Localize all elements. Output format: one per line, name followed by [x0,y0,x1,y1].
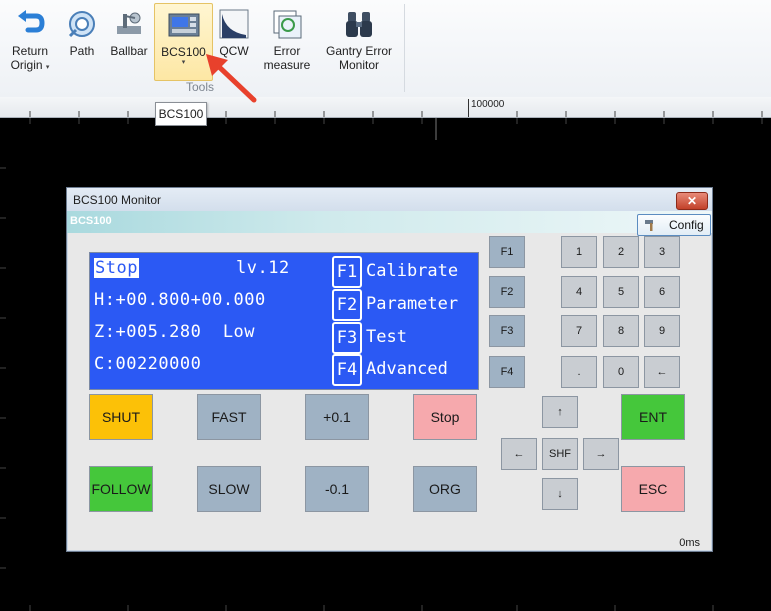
slow-button[interactable]: SLOW [197,466,261,512]
arrow-right-button[interactable]: → [583,438,619,470]
keypad-backspace[interactable]: ← [644,356,680,388]
lcd-display: Stop lv.12 H:+00.800+00.000 Z:+005.280 L… [89,252,479,390]
path-icon [66,8,98,40]
ribbon-separator [404,4,405,92]
keypad-3[interactable]: 3 [644,236,680,268]
keypad-8[interactable]: 8 [603,315,639,347]
keypad-5[interactable]: 5 [603,276,639,308]
lcd-fkey-f2-label: Parameter [366,294,459,314]
lcd-status: Stop [94,258,139,278]
arrow-up-button[interactable]: ↑ [542,396,578,428]
keypad-6[interactable]: 6 [644,276,680,308]
keypad-9[interactable]: 9 [644,315,680,347]
return-origin-label-1: Return [11,44,49,58]
path-label: Path [69,44,95,58]
minus-0-1-button[interactable]: -0.1 [305,466,369,512]
ballbar-label: Ballbar [110,44,148,58]
annotation-arrow [206,54,257,103]
ruler-ticks [29,111,763,117]
lcd-fkey-f1-label: Calibrate [366,261,459,281]
lcd-fkey-f3-label: Test [366,327,407,347]
arrow-down-button[interactable]: ↓ [542,478,578,510]
stop-button[interactable]: Stop [413,394,477,440]
return-origin-label-2: Origin ▾ [10,58,50,72]
lcd-fkey-f2: F2 [332,289,362,321]
ruler-label: 100000 [471,99,505,110]
dialog-subtitle: BCS100 [70,215,112,227]
ribbon-toolbar: Return Origin ▾ Path Ballbar BCS100 ▾ QC… [0,0,771,98]
keypad-1[interactable]: 1 [561,236,597,268]
lcd-fkey-f4-label: Advanced [366,359,448,379]
gantry-error-label-1: Gantry Error [325,44,392,58]
lcd-line-c: C:00220000 [94,354,202,374]
follow-button[interactable]: FOLLOW [89,466,153,512]
horizontal-ruler: 100000 [0,97,771,118]
error-measure-button[interactable]: Error measure [258,3,316,79]
ballbar-icon [113,8,145,40]
f2-key[interactable]: F2 [489,276,525,308]
bcs100-icon [168,9,200,41]
lcd-fkey-f3: F3 [332,322,362,354]
lcd-line-z: Z:+005.280 Low [94,322,256,342]
org-button[interactable]: ORG [413,466,477,512]
binoculars-icon [343,8,375,40]
fast-button[interactable]: FAST [197,394,261,440]
error-measure-icon [271,8,303,40]
dialog-titlebar[interactable]: BCS100 Monitor ✕ [67,188,712,211]
ballbar-button[interactable]: Ballbar [106,3,152,79]
error-measure-label-1: Error [273,44,301,58]
f3-key[interactable]: F3 [489,315,525,347]
hammer-icon [645,220,653,231]
bcs100-monitor-dialog: BCS100 Monitor ✕ BCS100 Config Stop lv.1… [66,187,713,552]
return-origin-button[interactable]: Return Origin ▾ [4,3,56,79]
dialog-title: BCS100 Monitor [73,193,162,207]
plus-0-1-button[interactable]: +0.1 [305,394,369,440]
lcd-fkey-f4: F4 [332,354,362,386]
keypad-7[interactable]: 7 [561,315,597,347]
config-label: Config [669,218,704,232]
arrow-left-button[interactable]: ← [501,438,537,470]
close-button[interactable]: ✕ [676,192,708,210]
f1-key[interactable]: F1 [489,236,525,268]
ruler-major-tick [468,99,469,117]
path-button[interactable]: Path [62,3,102,79]
lcd-line-h: H:+00.800+00.000 [94,290,266,310]
shut-button[interactable]: SHUT [89,394,153,440]
lcd-fkey-f1: F1 [332,256,362,288]
keypad-4[interactable]: 4 [561,276,597,308]
f4-key[interactable]: F4 [489,356,525,388]
keypad-dot[interactable]: . [561,356,597,388]
ent-button[interactable]: ENT [621,394,685,440]
gantry-error-label-2: Monitor [338,58,379,72]
shf-button[interactable]: SHF [542,438,578,470]
dialog-header-bar: BCS100 [67,211,712,233]
lcd-level: lv.12 [236,258,290,278]
gantry-error-monitor-button[interactable]: Gantry Error Monitor [322,3,396,79]
qcw-icon [218,8,250,40]
return-arrow-icon [14,8,46,40]
bcs100-tooltip: BCS100 [155,102,207,126]
esc-button[interactable]: ESC [621,466,685,512]
keypad-2[interactable]: 2 [603,236,639,268]
keypad-0[interactable]: 0 [603,356,639,388]
error-measure-label-2: measure [263,58,311,72]
config-button[interactable]: Config [637,214,711,236]
response-time-status: 0ms [679,537,700,549]
